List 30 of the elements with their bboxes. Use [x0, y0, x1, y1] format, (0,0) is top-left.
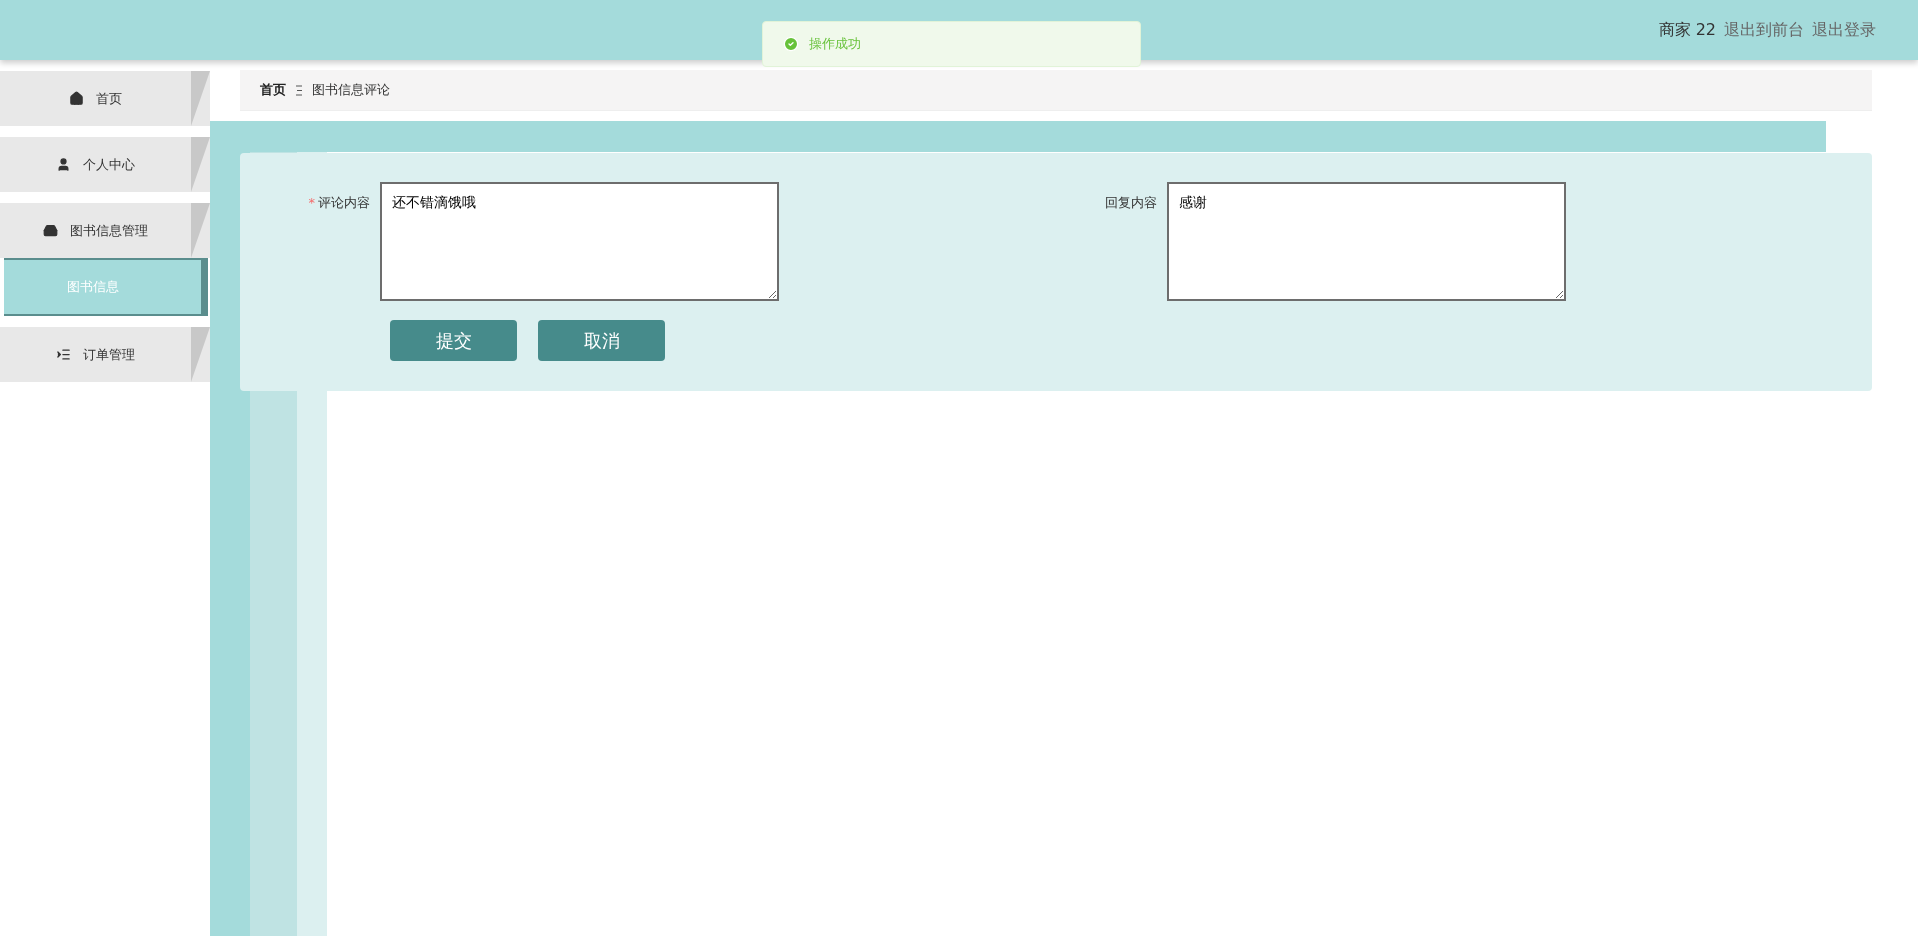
- menu-label: 首页: [95, 89, 122, 108]
- list-icon: [55, 347, 71, 362]
- user-icon: [55, 157, 71, 172]
- tray-icon: [42, 223, 58, 238]
- cancel-button[interactable]: 取消: [538, 320, 665, 361]
- toast-message: 操作成功: [809, 35, 861, 53]
- check-circle-icon: [783, 36, 799, 52]
- breadcrumb-home[interactable]: 首页: [260, 81, 286, 99]
- menu-label: 个人中心: [82, 155, 135, 174]
- header-link[interactable]: 退出到前台: [1724, 19, 1804, 41]
- home-icon: [68, 91, 84, 106]
- sidebar-item[interactable]: 首页: [0, 71, 210, 126]
- text-area[interactable]: 还不错滴饿哦: [380, 182, 779, 301]
- submit-button[interactable]: 提交: [390, 320, 517, 361]
- fold-corner: [191, 327, 210, 382]
- fold-corner: [191, 203, 210, 258]
- sidebar-item[interactable]: 个人中心: [0, 137, 210, 192]
- fold-corner: [191, 71, 210, 126]
- field-label: * 评论内容: [307, 194, 371, 212]
- separator-icon: [296, 84, 302, 96]
- menu-label: 订单管理: [82, 345, 135, 364]
- header-link[interactable]: 退出登录: [1812, 19, 1876, 41]
- fold-corner: [191, 137, 210, 192]
- user-name: 商家 22: [1658, 19, 1716, 41]
- breadcrumb-current: 图书信息评论: [312, 81, 390, 99]
- sidebar-item[interactable]: 订单管理: [0, 327, 210, 382]
- field-label: 回复内容: [1104, 194, 1158, 212]
- text-area[interactable]: 感谢: [1167, 182, 1566, 301]
- menu-label: 图书信息管理: [69, 221, 148, 240]
- sidebar-item[interactable]: 图书信息管理: [0, 203, 210, 258]
